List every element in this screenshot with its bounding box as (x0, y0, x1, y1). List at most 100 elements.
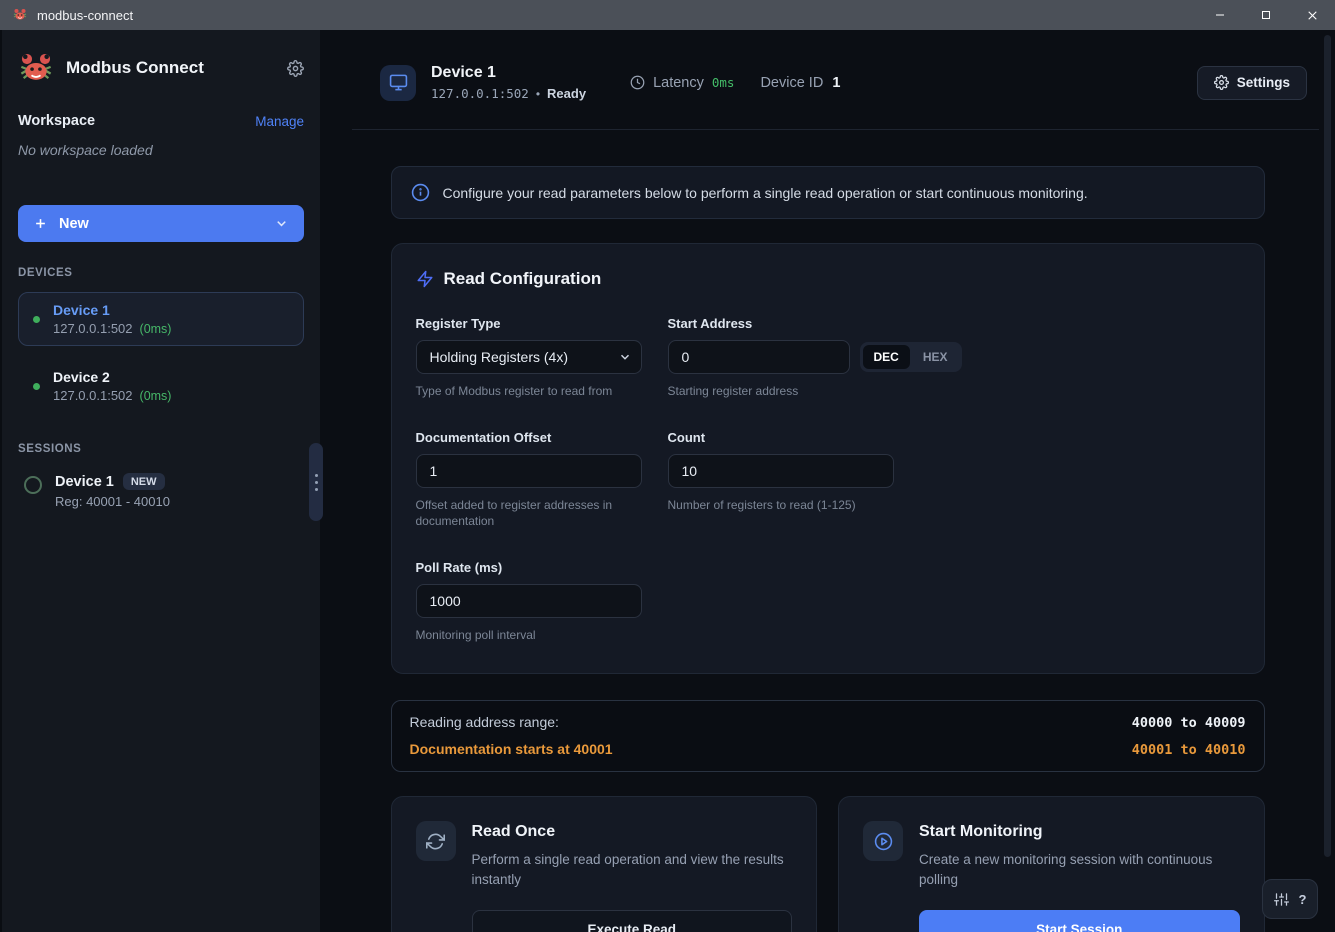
device-list-item-1[interactable]: Device 1 127.0.0.1:502 (0ms) (18, 292, 304, 346)
raw-address-range: 40000 to 40009 (1132, 715, 1246, 731)
hex-toggle[interactable]: HEX (912, 345, 959, 369)
info-icon (411, 183, 430, 202)
sidebar-resize-handle[interactable] (309, 443, 323, 521)
latency-group: Latency 0ms (630, 75, 734, 91)
gear-icon (1214, 75, 1229, 90)
devices-section-header: DEVICES (18, 267, 304, 279)
read-configuration-title: Read Configuration (444, 269, 602, 289)
count-input[interactable] (668, 454, 894, 488)
session-list-item[interactable]: Device 1 NEW Reg: 40001 - 40010 (18, 473, 304, 509)
device-name: Device 2 (53, 369, 171, 385)
floating-toolbar: ? (1262, 879, 1318, 919)
documentation-offset-label: Documentation Offset (416, 430, 642, 445)
new-button[interactable]: New (18, 205, 304, 242)
titlebar: modbus-connect (0, 0, 1335, 30)
address-range-box: Reading address range: 40000 to 40009 Do… (391, 700, 1265, 772)
register-type-label: Register Type (416, 316, 642, 331)
refresh-icon (416, 821, 456, 861)
dec-toggle[interactable]: DEC (863, 345, 910, 369)
device-latency: (0ms) (140, 389, 172, 403)
register-type-help: Type of Modbus register to read from (416, 383, 642, 399)
device-id-value: 1 (832, 75, 840, 91)
sidebar-header: Modbus Connect (18, 50, 304, 86)
device-id-group: Device ID 1 (760, 75, 840, 91)
close-icon (1306, 9, 1319, 22)
device-info: Device 2 127.0.0.1:502 (0ms) (53, 369, 171, 403)
sidebar: Modbus Connect Workspace Manage No works… (2, 30, 320, 932)
start-address-input[interactable] (668, 340, 850, 374)
execute-read-button[interactable]: Execute Read (472, 910, 793, 932)
count-field: Count Number of registers to read (1-125… (668, 430, 958, 529)
address-range-label: Reading address range: (410, 714, 559, 730)
manage-workspace-link[interactable]: Manage (255, 114, 304, 129)
start-monitoring-card: Start Monitoring Create a new monitoring… (838, 796, 1265, 932)
device-address: 127.0.0.1:502 (53, 321, 133, 336)
crab-app-icon (12, 7, 28, 23)
register-type-select[interactable]: Holding Registers (4x) (416, 340, 642, 374)
register-type-field: Register Type Holding Registers (4x) Typ… (416, 316, 642, 399)
read-once-description: Perform a single read operation and view… (472, 850, 793, 890)
device-online-dot (33, 383, 40, 390)
sidebar-settings-gear-icon[interactable] (287, 60, 304, 77)
poll-rate-input[interactable] (416, 584, 642, 618)
device-id-label: Device ID (760, 75, 823, 91)
start-monitoring-title: Start Monitoring (919, 821, 1240, 841)
minimize-button[interactable] (1197, 0, 1243, 30)
sliders-icon[interactable] (1274, 892, 1289, 907)
documentation-offset-input[interactable] (416, 454, 642, 488)
read-once-title: Read Once (472, 821, 793, 841)
settings-button-label: Settings (1237, 75, 1290, 90)
workspace-label: Workspace (18, 113, 95, 129)
info-banner-text: Configure your read parameters below to … (443, 185, 1088, 201)
monitor-icon (380, 65, 416, 101)
crab-logo-icon (18, 50, 54, 86)
workspace-section: Workspace Manage (18, 113, 304, 129)
count-label: Count (668, 430, 958, 445)
latency-label: Latency (653, 75, 704, 91)
documentation-start-note: Documentation starts at 40001 (410, 741, 613, 757)
device-latency: (0ms) (140, 322, 172, 336)
device-address: 127.0.0.1:502 (53, 388, 133, 403)
device-header: Device 1 127.0.0.1:502 • Ready Latency 0… (352, 30, 1319, 130)
new-button-label: New (59, 216, 89, 232)
device-online-dot (33, 316, 40, 323)
minimize-icon (1214, 9, 1226, 21)
window-title: modbus-connect (37, 8, 133, 23)
device-meta: Device 1 127.0.0.1:502 • Ready (431, 64, 586, 101)
settings-button[interactable]: Settings (1197, 66, 1307, 100)
workspace-status: No workspace loaded (18, 142, 304, 158)
close-button[interactable] (1289, 0, 1335, 30)
vertical-scrollbar[interactable] (1324, 35, 1331, 857)
documentation-offset-help: Offset added to register addresses in do… (416, 497, 642, 529)
device-name: Device 1 (53, 302, 171, 318)
sessions-section-header: SESSIONS (18, 443, 304, 455)
help-button[interactable]: ? (1299, 892, 1307, 907)
start-address-field: Start Address DEC HEX Starting register … (668, 316, 958, 399)
poll-rate-label: Poll Rate (ms) (416, 560, 642, 575)
device-list-item-2[interactable]: Device 2 127.0.0.1:502 (0ms) (18, 359, 304, 413)
start-address-label: Start Address (668, 316, 958, 331)
content-column: Configure your read parameters below to … (391, 166, 1265, 932)
device-title: Device 1 (431, 64, 586, 82)
main-panel: Device 1 127.0.0.1:502 • Ready Latency 0… (320, 30, 1335, 932)
poll-rate-field: Poll Rate (ms) Monitoring poll interval (416, 560, 642, 643)
read-configuration-card: Read Configuration Register Type Holding… (391, 243, 1265, 674)
session-name: Device 1 (55, 474, 114, 490)
separator-dot: • (536, 87, 540, 101)
latency-value: 0ms (712, 75, 735, 90)
plus-icon (33, 216, 48, 231)
count-help: Number of registers to read (1-125) (668, 497, 898, 513)
chevron-down-icon[interactable] (274, 216, 289, 231)
info-banner: Configure your read parameters below to … (391, 166, 1265, 219)
start-monitoring-description: Create a new monitoring session with con… (919, 850, 1240, 890)
window-controls (1197, 0, 1335, 30)
maximize-icon (1260, 9, 1272, 21)
poll-rate-help: Monitoring poll interval (416, 627, 642, 643)
maximize-button[interactable] (1243, 0, 1289, 30)
dec-hex-toggle: DEC HEX (860, 342, 962, 372)
app-window: Modbus Connect Workspace Manage No works… (0, 30, 1335, 932)
device-info: Device 1 127.0.0.1:502 (0ms) (53, 302, 171, 336)
start-session-button[interactable]: Start Session (919, 910, 1240, 932)
play-circle-icon (863, 821, 903, 861)
documentation-offset-field: Documentation Offset Offset added to reg… (416, 430, 642, 529)
